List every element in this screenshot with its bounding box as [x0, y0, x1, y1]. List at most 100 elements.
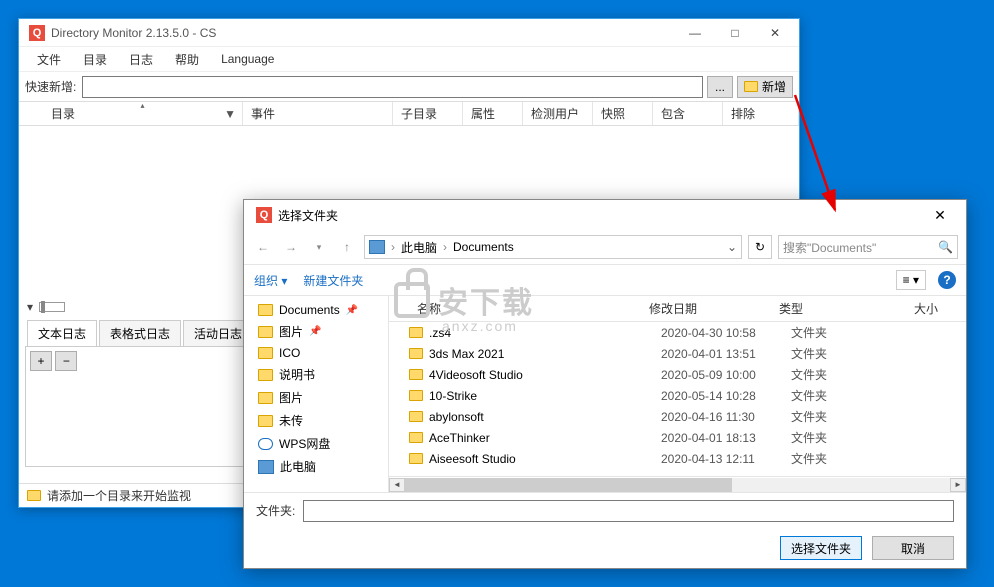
tree-item-label: ICO [279, 346, 300, 360]
folder-label: 文件夹: [256, 502, 295, 519]
status-text: 请添加一个目录来开始监视 [47, 487, 191, 504]
col-date[interactable]: 修改日期 [641, 300, 771, 317]
chevron-down-icon[interactable]: ▾ [27, 300, 33, 314]
up-button[interactable]: ↑ [336, 236, 358, 258]
scroll-thumb[interactable] [405, 478, 732, 492]
sort-indicator-icon: ▴ [140, 101, 144, 110]
menu-help[interactable]: 帮助 [165, 48, 209, 71]
add-button-label: 新增 [762, 78, 786, 95]
col-name[interactable]: 名称 [389, 300, 641, 317]
browse-button[interactable]: ... [707, 76, 733, 98]
folder-icon [258, 369, 273, 381]
chevron-right-icon: › [443, 240, 447, 254]
recent-button[interactable]: ▾ [308, 236, 330, 258]
tree-item[interactable]: 图片📌 [244, 320, 388, 343]
scroll-track[interactable] [405, 478, 950, 492]
tree-item[interactable]: 图片 [244, 386, 388, 409]
refresh-button[interactable]: ↻ [748, 235, 772, 259]
pc-icon [369, 240, 385, 254]
file-row[interactable]: 4Videosoft Studio2020-05-09 10:00文件夹 [389, 364, 966, 385]
forward-button[interactable]: → [280, 236, 302, 258]
menu-log[interactable]: 日志 [119, 48, 163, 71]
folder-icon [744, 81, 758, 92]
dialog-toolbar: 组织 ▾ 新建文件夹 ≡ ▾ ? [244, 264, 966, 296]
tree-item[interactable]: Documents📌 [244, 300, 388, 320]
folder-icon [258, 347, 273, 359]
address-bar[interactable]: › 此电脑 › Documents ⌄ [364, 235, 742, 259]
close-button[interactable]: ✕ [755, 19, 795, 47]
back-button[interactable]: ← [252, 236, 274, 258]
file-type: 文件夹 [791, 324, 851, 341]
file-row[interactable]: 3ds Max 20212020-04-01 13:51文件夹 [389, 343, 966, 364]
dialog-titlebar: Q 选择文件夹 ✕ [244, 200, 966, 230]
minimize-button[interactable]: — [675, 19, 715, 47]
new-folder-button[interactable]: 新建文件夹 [303, 272, 363, 289]
file-row[interactable]: abylonsoft2020-04-16 11:30文件夹 [389, 406, 966, 427]
app-icon: Q [29, 25, 45, 41]
folder-icon [258, 392, 273, 404]
col-type[interactable]: 类型 [771, 300, 831, 317]
cancel-button[interactable]: 取消 [872, 536, 954, 560]
tree-item[interactable]: 此电脑 [244, 455, 388, 478]
menu-dir[interactable]: 目录 [73, 48, 117, 71]
help-icon[interactable]: ? [938, 271, 956, 289]
quick-add-input[interactable] [82, 76, 703, 98]
col-subdir[interactable]: 子目录 [393, 102, 463, 125]
file-row[interactable]: AceThinker2020-04-01 18:13文件夹 [389, 427, 966, 448]
window-title: Directory Monitor 2.13.5.0 - CS [51, 26, 675, 40]
scroll-right-icon[interactable]: ► [950, 478, 966, 492]
log-remove-button[interactable]: − [55, 351, 77, 371]
file-date: 2020-04-16 11:30 [661, 410, 791, 424]
address-dropdown-icon[interactable]: ⌄ [727, 240, 737, 254]
menubar: 文件 目录 日志 帮助 Language [19, 47, 799, 71]
col-exclude[interactable]: 排除 [723, 102, 799, 125]
col-event[interactable]: 事件 [243, 102, 393, 125]
file-name: AceThinker [429, 431, 661, 445]
search-input[interactable]: 搜索"Documents" 🔍 [778, 235, 958, 259]
menu-file[interactable]: 文件 [27, 48, 71, 71]
folder-icon [409, 348, 423, 359]
file-type: 文件夹 [791, 450, 851, 467]
chevron-right-icon: › [391, 240, 395, 254]
dialog-close-button[interactable]: ✕ [920, 200, 960, 230]
menu-language[interactable]: Language [211, 49, 284, 69]
breadcrumb-root[interactable]: 此电脑 [401, 239, 437, 256]
add-button[interactable]: 新增 [737, 76, 793, 98]
col-size[interactable]: 大小 [831, 300, 966, 317]
tree-item[interactable]: ICO [244, 343, 388, 363]
folder-input-row: 文件夹: [244, 492, 966, 528]
titlebar: Q Directory Monitor 2.13.5.0 - CS — □ ✕ [19, 19, 799, 47]
pin-icon: 📌 [346, 305, 358, 316]
slider-thumb[interactable] [41, 301, 45, 313]
tree-item[interactable]: WPS网盘 [244, 432, 388, 455]
select-folder-button[interactable]: 选择文件夹 [780, 536, 862, 560]
app-icon: Q [256, 207, 272, 223]
file-row[interactable]: Aiseesoft Studio2020-04-13 12:11文件夹 [389, 448, 966, 469]
col-snap[interactable]: 快照 [593, 102, 653, 125]
maximize-button[interactable]: □ [715, 19, 755, 47]
file-date: 2020-04-01 13:51 [661, 347, 791, 361]
view-mode-button[interactable]: ≡ ▾ [896, 270, 926, 290]
tree-item[interactable]: 说明书 [244, 363, 388, 386]
file-date: 2020-05-09 10:00 [661, 368, 791, 382]
tab-text-log[interactable]: 文本日志 [27, 320, 97, 346]
col-directory[interactable]: ▴ 目录 ▼ [43, 102, 243, 125]
organize-button[interactable]: 组织 ▾ [254, 272, 287, 289]
slider-track[interactable] [39, 302, 65, 312]
tree-item[interactable]: 未传 [244, 409, 388, 432]
folder-icon [409, 327, 423, 338]
hscrollbar[interactable]: ◄ ► [389, 476, 966, 492]
folder-input[interactable] [303, 500, 954, 522]
folder-icon [27, 490, 41, 501]
file-type: 文件夹 [791, 429, 851, 446]
log-add-button[interactable]: + [30, 351, 52, 371]
col-user[interactable]: 检测用户 [523, 102, 593, 125]
breadcrumb-loc[interactable]: Documents [453, 240, 514, 254]
folder-icon [409, 369, 423, 380]
col-include[interactable]: 包含 [653, 102, 723, 125]
file-row[interactable]: 10-Strike2020-05-14 10:28文件夹 [389, 385, 966, 406]
col-attr[interactable]: 属性 [463, 102, 523, 125]
filter-icon[interactable]: ▼ [224, 107, 236, 121]
tab-table-log[interactable]: 表格式日志 [99, 320, 181, 346]
scroll-left-icon[interactable]: ◄ [389, 478, 405, 492]
